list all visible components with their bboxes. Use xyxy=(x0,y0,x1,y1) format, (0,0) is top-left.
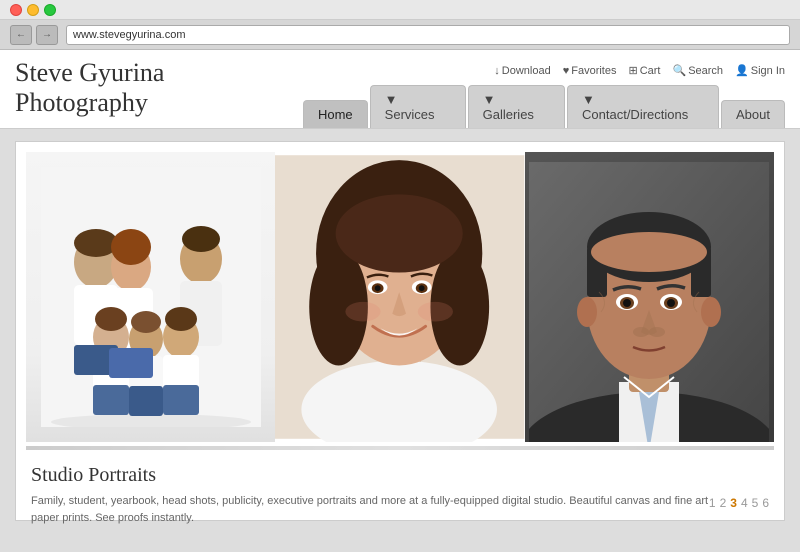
forward-button[interactable]: → xyxy=(36,25,58,45)
nav-contact[interactable]: ▼ Contact/Directions xyxy=(567,85,719,128)
utility-signin[interactable]: 👤 Sign In xyxy=(735,64,785,77)
cart-icon: ⊞ xyxy=(628,64,637,77)
photo-strip xyxy=(26,152,774,442)
back-button[interactable]: ← xyxy=(10,25,32,45)
page-3[interactable]: 3 xyxy=(730,496,737,510)
utility-nav: ↓ Download ♥ Favorites ⊞ Cart 🔍 Search 👤 xyxy=(494,64,785,81)
browser-toolbar: ← → www.stevegyurina.com xyxy=(0,20,800,50)
gallery-container: Studio Portraits Family, student, yearbo… xyxy=(15,141,785,521)
family-portrait-svg xyxy=(41,167,261,427)
minimize-button[interactable] xyxy=(27,4,39,16)
address-bar[interactable]: www.stevegyurina.com xyxy=(66,25,790,45)
woman-portrait-svg xyxy=(275,152,524,442)
close-button[interactable] xyxy=(10,4,22,16)
download-icon: ↓ xyxy=(494,65,500,77)
utility-search[interactable]: 🔍 Search xyxy=(672,64,723,77)
maximize-button[interactable] xyxy=(44,4,56,16)
site-header: Steve Gyurina Photography ↓ Download ♥ F… xyxy=(0,50,800,129)
main-nav: Home ▼ Services ▼ Galleries ▼ Contact/Di… xyxy=(303,85,785,128)
man-photo xyxy=(525,152,774,442)
nav-home[interactable]: Home xyxy=(303,100,368,128)
photo-panel-family xyxy=(26,152,275,442)
slide-description: Family, student, yearbook, head shots, p… xyxy=(31,493,711,526)
woman-photo xyxy=(275,152,524,442)
window-titlebar xyxy=(0,0,800,20)
page-2[interactable]: 2 xyxy=(720,496,727,510)
page-4[interactable]: 4 xyxy=(741,496,748,510)
page-1[interactable]: 1 xyxy=(709,496,716,510)
nav-arrows: ← → xyxy=(10,25,58,45)
user-icon: 👤 xyxy=(735,64,749,77)
heart-icon: ♥ xyxy=(563,65,570,77)
nav-about[interactable]: About xyxy=(721,100,785,128)
man-portrait-svg xyxy=(529,162,769,442)
site-title: Steve Gyurina Photography xyxy=(15,58,303,128)
header-right: ↓ Download ♥ Favorites ⊞ Cart 🔍 Search 👤 xyxy=(303,64,785,128)
nav-services[interactable]: ▼ Services xyxy=(370,85,466,128)
window-controls xyxy=(10,4,56,16)
nav-galleries[interactable]: ▼ Galleries xyxy=(468,85,565,128)
gallery-divider xyxy=(26,446,774,450)
search-icon: 🔍 xyxy=(672,64,686,77)
caption-area: Studio Portraits Family, student, yearbo… xyxy=(26,454,774,531)
photo-panel-woman xyxy=(275,152,524,442)
content-area: Studio Portraits Family, student, yearbo… xyxy=(0,129,800,552)
family-photo xyxy=(26,152,275,442)
utility-favorites[interactable]: ♥ Favorites xyxy=(563,64,617,77)
utility-cart[interactable]: ⊞ Cart xyxy=(628,64,660,77)
website-container: Steve Gyurina Photography ↓ Download ♥ F… xyxy=(0,50,800,552)
utility-download[interactable]: ↓ Download xyxy=(494,64,550,77)
photo-panel-man xyxy=(525,152,774,442)
pagination: 1 2 3 4 5 6 xyxy=(709,496,769,510)
slide-title: Studio Portraits xyxy=(31,464,769,487)
page-6[interactable]: 6 xyxy=(762,496,769,510)
page-5[interactable]: 5 xyxy=(752,496,759,510)
